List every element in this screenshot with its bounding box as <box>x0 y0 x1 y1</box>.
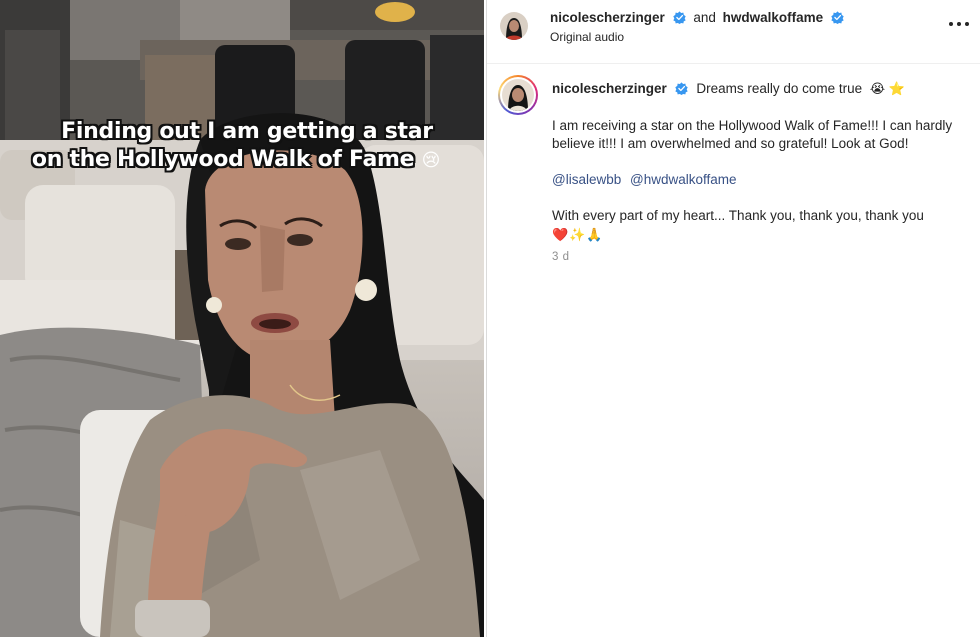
coauthor-username[interactable]: hwdwalkoffame <box>723 10 824 25</box>
post-timestamp[interactable]: 3 d <box>552 251 570 263</box>
crying-face-emoji: 😢 <box>421 150 441 171</box>
more-horizontal-icon[interactable] <box>947 14 971 34</box>
post-panel: nicolescherzinger and hwdwalkoffame Orig… <box>486 0 980 637</box>
verified-badge-icon <box>831 11 844 24</box>
caption-author-username[interactable]: nicolescherzinger <box>552 81 667 96</box>
mention-hwdwalkoffame[interactable]: @hwdwalkoffame <box>630 172 737 187</box>
mention-lisalewbb[interactable]: @lisalewbb <box>552 172 621 187</box>
verified-badge-icon <box>672 11 686 24</box>
collab-connector: and <box>693 10 716 25</box>
crying-star-emoji: 😭 ⭐ <box>869 81 905 96</box>
verified-badge-icon <box>674 82 688 95</box>
original-audio-link[interactable]: Original audio <box>550 30 624 44</box>
caption-body: I am receiving a star on the Hollywood W… <box>552 118 953 151</box>
caption-headline: nicolescherzinger Dreams really do come … <box>552 80 905 98</box>
video-caption-line-2: on the Hollywood Walk of Fame 😢 <box>31 147 441 172</box>
video-player[interactable]: Finding out I am getting a star on the H… <box>0 0 484 637</box>
caption-mentions: @lisalewbb @hwdwalkoffame <box>552 171 737 189</box>
video-frame <box>0 0 484 637</box>
caption-closing: With every part of my heart... Thank you… <box>552 208 924 223</box>
post-header: nicolescherzinger and hwdwalkoffame Orig… <box>487 0 980 64</box>
author-avatar[interactable] <box>500 12 528 40</box>
author-username[interactable]: nicolescherzinger <box>550 10 665 25</box>
post-authors: nicolescherzinger and hwdwalkoffame <box>550 9 844 27</box>
video-caption-line-1: Finding out I am getting a star <box>61 119 433 144</box>
heart-sparkle-pray-emoji: ❤️✨🙏 <box>552 227 604 242</box>
caption-title-text: Dreams really do come true <box>696 81 863 96</box>
caption-author-avatar[interactable] <box>498 75 538 115</box>
